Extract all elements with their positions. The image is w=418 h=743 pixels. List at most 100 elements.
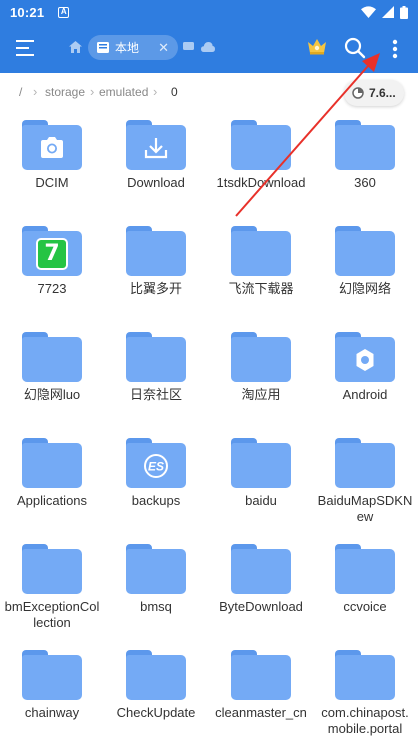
folder-item[interactable]: 1tsdkDownload (209, 112, 313, 218)
premium-crown-icon[interactable] (307, 38, 327, 55)
folder-icon (335, 544, 395, 594)
folder-icon (22, 650, 82, 700)
breadcrumb-emulated[interactable]: emulated (99, 85, 148, 99)
chevron-right-icon: › (153, 84, 158, 99)
menu-icon[interactable] (16, 40, 36, 56)
folder-label: BaiduMapSDKNew (317, 493, 413, 524)
folder-label: 幻隐网络 (338, 281, 391, 296)
folder-label: 淘应用 (241, 387, 281, 402)
file-manager-screen: 10:21 A 本地 ✕ / › storage › emulated › 0 … (0, 0, 418, 743)
folder-label: Android (342, 387, 388, 402)
status-indicators (361, 5, 408, 19)
breadcrumb-current[interactable]: 0 (171, 85, 178, 99)
storage-card-icon (97, 42, 109, 53)
folder-item[interactable]: Download (104, 112, 208, 218)
search-icon[interactable] (344, 37, 366, 59)
app-7723-icon: 7 (22, 231, 82, 276)
folder-label: backups (131, 493, 181, 508)
folder-label: DCIM (35, 175, 69, 190)
folder-label: cleanmaster_cn (215, 705, 307, 720)
folder-icon (335, 226, 395, 276)
notification-app-icon: A (58, 6, 70, 18)
folder-item[interactable]: ES backups (104, 430, 208, 536)
storage-usage-chip[interactable]: 7.6... (344, 80, 404, 106)
folder-icon (126, 650, 186, 700)
home-icon[interactable] (69, 41, 82, 53)
breadcrumb-storage[interactable]: storage (45, 85, 85, 99)
folder-icon (231, 438, 291, 488)
folder-icon: 7 (22, 226, 82, 276)
folder-item[interactable]: 淘应用 (209, 324, 313, 430)
folder-icon (231, 120, 291, 170)
folder-label: 幻隐网luo (23, 387, 81, 402)
breadcrumb-root[interactable]: / (19, 85, 22, 99)
signal-icon (382, 6, 394, 18)
es-logo-icon: ES (126, 443, 186, 488)
tab-label: 本地 (115, 41, 140, 55)
folder-grid: DCIM Download 1tsdkDownload 360 7 7723 比翼多开 飞流下… (0, 112, 418, 743)
svg-text:ES: ES (148, 459, 164, 473)
folder-item[interactable]: Android (313, 324, 417, 430)
gear-icon (335, 337, 395, 382)
folder-item[interactable]: baidu (209, 430, 313, 536)
folder-item[interactable]: CheckUpdate (104, 642, 208, 743)
folder-item[interactable]: DCIM (0, 112, 104, 218)
toolbar: 本地 ✕ (0, 24, 418, 73)
folder-item[interactable]: 幻隐网络 (313, 218, 417, 324)
folder-label: baidu (245, 493, 277, 508)
folder-label: Download (127, 175, 185, 190)
wifi-icon (361, 6, 376, 18)
folder-icon (126, 332, 186, 382)
folder-item[interactable]: bmExceptionCollection (0, 536, 104, 642)
folder-icon (335, 650, 395, 700)
folder-item[interactable]: 幻隐网luo (0, 324, 104, 430)
tab-local-storage[interactable]: 本地 ✕ (88, 35, 178, 60)
folder-icon: ES (126, 438, 186, 488)
cloud-icon[interactable] (201, 41, 215, 52)
folder-label: 日奈社区 (129, 387, 182, 402)
folder-label: ByteDownload (219, 599, 303, 614)
window-icon[interactable] (183, 42, 194, 52)
folder-item[interactable]: 日奈社区 (104, 324, 208, 430)
chevron-right-icon: › (33, 84, 38, 99)
folder-label: chainway (24, 705, 80, 720)
storage-usage-value: 7.6... (369, 86, 396, 100)
folder-icon (22, 332, 82, 382)
folder-item[interactable]: bmsq (104, 536, 208, 642)
close-tab-icon[interactable]: ✕ (158, 40, 169, 56)
folder-item[interactable]: cleanmaster_cn (209, 642, 313, 743)
folder-item[interactable]: Applications (0, 430, 104, 536)
folder-item[interactable]: 7 7723 (0, 218, 104, 324)
folder-label: 360 (354, 175, 376, 190)
folder-label: 1tsdkDownload (216, 175, 306, 190)
folder-item[interactable]: ccvoice (313, 536, 417, 642)
status-bar: 10:21 A (0, 0, 418, 24)
folder-label: bmsq (140, 599, 172, 614)
status-time: 10:21 (10, 4, 45, 20)
folder-item[interactable]: 比翼多开 (104, 218, 208, 324)
folder-label: 7723 (37, 281, 67, 296)
folder-label: CheckUpdate (116, 705, 196, 720)
more-options-icon[interactable] (392, 39, 398, 59)
folder-icon (126, 226, 186, 276)
folder-item[interactable]: chainway (0, 642, 104, 743)
folder-label: 飞流下载器 (228, 281, 294, 296)
folder-icon (335, 120, 395, 170)
folder-item[interactable]: 飞流下载器 (209, 218, 313, 324)
folder-icon (126, 120, 186, 170)
folder-label: ccvoice (343, 599, 387, 614)
download-icon (126, 125, 186, 170)
folder-icon (126, 544, 186, 594)
folder-item[interactable]: BaiduMapSDKNew (313, 430, 417, 536)
folder-icon (231, 650, 291, 700)
folder-icon (22, 438, 82, 488)
folder-item[interactable]: ByteDownload (209, 536, 313, 642)
folder-icon (231, 544, 291, 594)
folder-icon (231, 332, 291, 382)
folder-item[interactable]: 360 (313, 112, 417, 218)
folder-icon (22, 544, 82, 594)
battery-icon (400, 5, 408, 19)
folder-label: com.chinapost.mobile.portal (321, 705, 409, 736)
folder-icon (335, 332, 395, 382)
folder-item[interactable]: com.chinapost.mobile.portal (313, 642, 417, 743)
